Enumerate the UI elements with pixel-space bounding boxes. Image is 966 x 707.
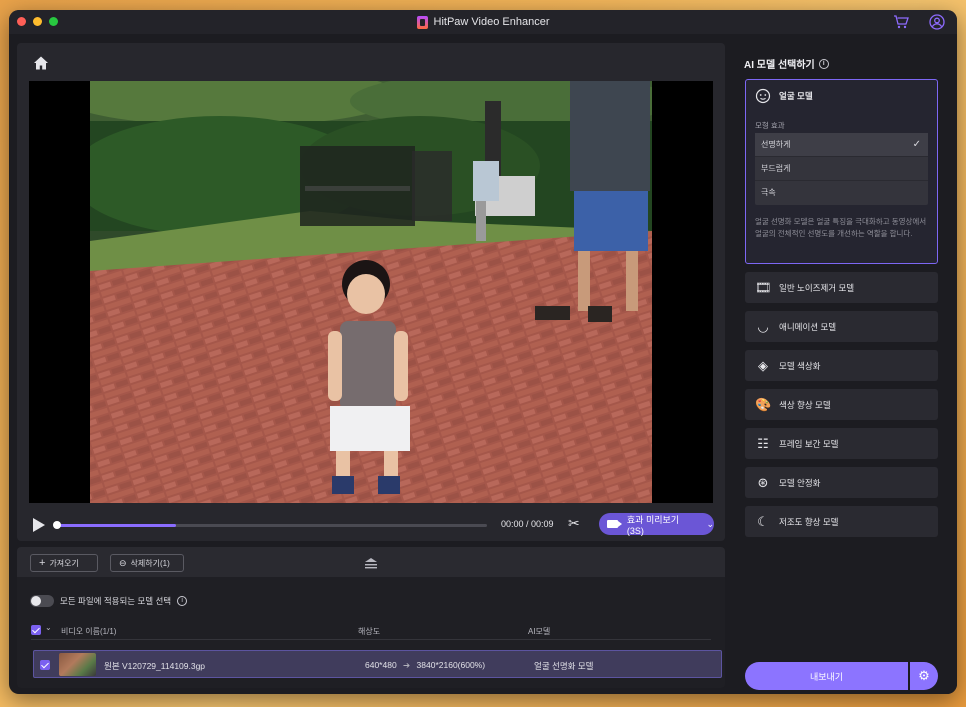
checkmark-icon: ✓ [912, 139, 921, 150]
video-camera-icon [607, 520, 622, 528]
plus-icon: + [39, 557, 46, 569]
info-icon[interactable]: i [177, 596, 188, 606]
effect-option-label: 극속 [761, 188, 776, 197]
app-logo-icon [416, 15, 428, 29]
gear-icon: ⚙ [918, 668, 930, 683]
effect-option-label: 부드럽게 [761, 164, 791, 173]
effect-options: 선명하게 ✓ 부드럽게 극속 [755, 133, 928, 205]
apply-all-toggle[interactable] [30, 595, 54, 607]
resolution-to: 3840*2160(600%) [416, 660, 486, 670]
model-card-color-enhance[interactable]: 🎨 색상 향상 모델 [745, 389, 938, 420]
video-frame [90, 81, 652, 503]
window-controls [17, 17, 58, 26]
zoom-window-button[interactable] [49, 17, 58, 26]
app-title: HitPaw Video Enhancer [416, 15, 550, 29]
stabilize-icon: ⊛ [757, 474, 769, 490]
sidebar-title-text: AI 모델 선택하기 [744, 60, 815, 71]
effect-label: 모형 효과 [755, 121, 785, 130]
model-card-label: 색상 향상 모델 [779, 399, 831, 410]
minus-circle-icon: ⊖ [119, 557, 127, 568]
model-card-colorize[interactable]: ◈ 모델 색상화 [745, 350, 938, 381]
import-label: 가져오기 [49, 558, 79, 568]
progress-track[interactable] [55, 524, 487, 527]
model-card-label: 애니메이션 모델 [779, 321, 837, 332]
column-resolution: 해상도 [358, 627, 381, 636]
model-card-face[interactable]: 얼굴 모델 모형 효과 선명하게 ✓ 부드럽게 극속 얼굴 선명화 모델은 얼굴… [745, 79, 938, 264]
files-panel: + 가져오기 ⊖ 삭제하기(1) 모든 파일에 적용되는 모델 선택 i ⌄ 비… [17, 547, 725, 688]
film-icon: 🎞 [755, 279, 772, 295]
progress-knob[interactable] [53, 521, 61, 529]
palette-icon: 🎨 [755, 396, 772, 412]
row-checkbox[interactable] [40, 660, 50, 670]
moon-icon: ☾ [757, 513, 769, 529]
files-toolbar: + 가져오기 ⊖ 삭제하기(1) [17, 547, 725, 577]
info-icon[interactable]: i [818, 58, 829, 69]
model-card-frame-interp[interactable]: ☷ 프레임 보간 모델 [745, 428, 938, 459]
model-card-label: 모델 안정화 [779, 477, 821, 488]
model-card-face-label: 얼굴 모델 [779, 91, 813, 101]
video-thumbnail [59, 653, 96, 676]
model-card-label: 일반 노이즈제거 모델 [779, 282, 855, 293]
playback-controls: 00:00 / 00:09 ✂ 효과 미리보기(3S) ⌄ [17, 512, 725, 536]
play-icon[interactable] [33, 518, 45, 532]
model-cell: 얼굴 선명화 모델 [534, 661, 594, 671]
effect-option-soft[interactable]: 부드럽게 [755, 157, 928, 181]
app-window: HitPaw Video Enhancer 00:00 / 00:09 ✂ 효과… [9, 10, 957, 694]
effect-option-label: 선명하게 [761, 140, 791, 149]
effect-option-fast[interactable]: 극속 [755, 181, 928, 205]
frames-icon: ☷ [757, 435, 769, 451]
column-ai-model: AI모델 [528, 627, 551, 636]
model-description: 얼굴 선명화 모델은 얼굴 특징을 극대화하고 동영상에서 얼굴의 전체적인 선… [755, 217, 927, 238]
preview-effect-label: 효과 미리보기(3S) [626, 514, 680, 536]
sidebar-title: AI 모델 선택하기 i [744, 56, 829, 71]
export-button[interactable]: 내보내기 [745, 662, 908, 690]
column-name: 비디오 이름(1/1) [61, 627, 117, 636]
cart-icon[interactable] [893, 14, 909, 30]
file-name: 원본 V120729_114109.3gp [104, 661, 206, 671]
paint-bucket-icon: ◈ [758, 357, 768, 373]
preview-panel: 00:00 / 00:09 ✂ 효과 미리보기(3S) ⌄ [17, 43, 725, 541]
resolution-from: 640*480 [365, 660, 397, 670]
apply-all-label: 모든 파일에 적용되는 모델 선택 [60, 596, 172, 606]
anime-face-icon: ◡ [757, 318, 769, 334]
scissors-icon[interactable]: ✂ [568, 515, 580, 532]
chevron-down-icon[interactable]: ⌄ [706, 519, 714, 530]
collapse-panel-icon[interactable] [363, 556, 379, 570]
model-card-label: 저조도 향상 모델 [779, 516, 839, 527]
app-title-text: HitPaw Video Enhancer [433, 16, 550, 28]
model-sidebar: AI 모델 선택하기 i 얼굴 모델 모형 효과 선명하게 ✓ 부드럽게 극속 … [733, 43, 957, 694]
model-card-stabilize[interactable]: ⊛ 모델 안정화 [745, 467, 938, 498]
apply-all-row: 모든 파일에 적용되는 모델 선택 i [30, 595, 188, 607]
video-frame-image [90, 81, 652, 503]
select-all-checkbox[interactable] [31, 625, 41, 635]
delete-label: 삭제하기(1) [130, 558, 170, 568]
export-settings-button[interactable]: ⚙ [910, 662, 938, 690]
titlebar-actions [893, 14, 945, 30]
model-card-denoise[interactable]: 🎞 일반 노이즈제거 모델 [745, 272, 938, 303]
account-icon[interactable] [929, 14, 945, 30]
resolution-cell: 640*480 ➔ 3840*2160(600%) [365, 660, 485, 671]
close-window-button[interactable] [17, 17, 26, 26]
model-card-low-light[interactable]: ☾ 저조도 향상 모델 [745, 506, 938, 537]
file-table-header: ⌄ 비디오 이름(1/1) 해상도 AI모델 [31, 620, 711, 640]
minimize-window-button[interactable] [33, 17, 42, 26]
face-icon [755, 88, 771, 104]
progress-fill [55, 524, 176, 527]
model-card-animation[interactable]: ◡ 애니메이션 모델 [745, 311, 938, 342]
preview-effect-button[interactable]: 효과 미리보기(3S) ⌄ [599, 513, 714, 536]
model-card-label: 모델 색상화 [779, 360, 821, 371]
effect-option-sharp[interactable]: 선명하게 ✓ [755, 133, 928, 157]
timecode: 00:00 / 00:09 [501, 519, 554, 529]
table-row[interactable]: 원본 V120729_114109.3gp 640*480 ➔ 3840*216… [33, 650, 722, 678]
home-icon[interactable] [33, 55, 49, 71]
export-label: 내보내기 [809, 671, 844, 682]
chevron-down-icon[interactable]: ⌄ [45, 623, 52, 632]
arrow-right-icon: ➔ [403, 660, 411, 670]
title-bar: HitPaw Video Enhancer [9, 10, 957, 34]
model-card-face-head: 얼굴 모델 [746, 80, 813, 104]
delete-button[interactable]: ⊖ 삭제하기(1) [110, 554, 184, 572]
import-button[interactable]: + 가져오기 [30, 554, 98, 572]
model-card-label: 프레임 보간 모델 [779, 438, 839, 449]
video-preview[interactable] [29, 81, 713, 503]
